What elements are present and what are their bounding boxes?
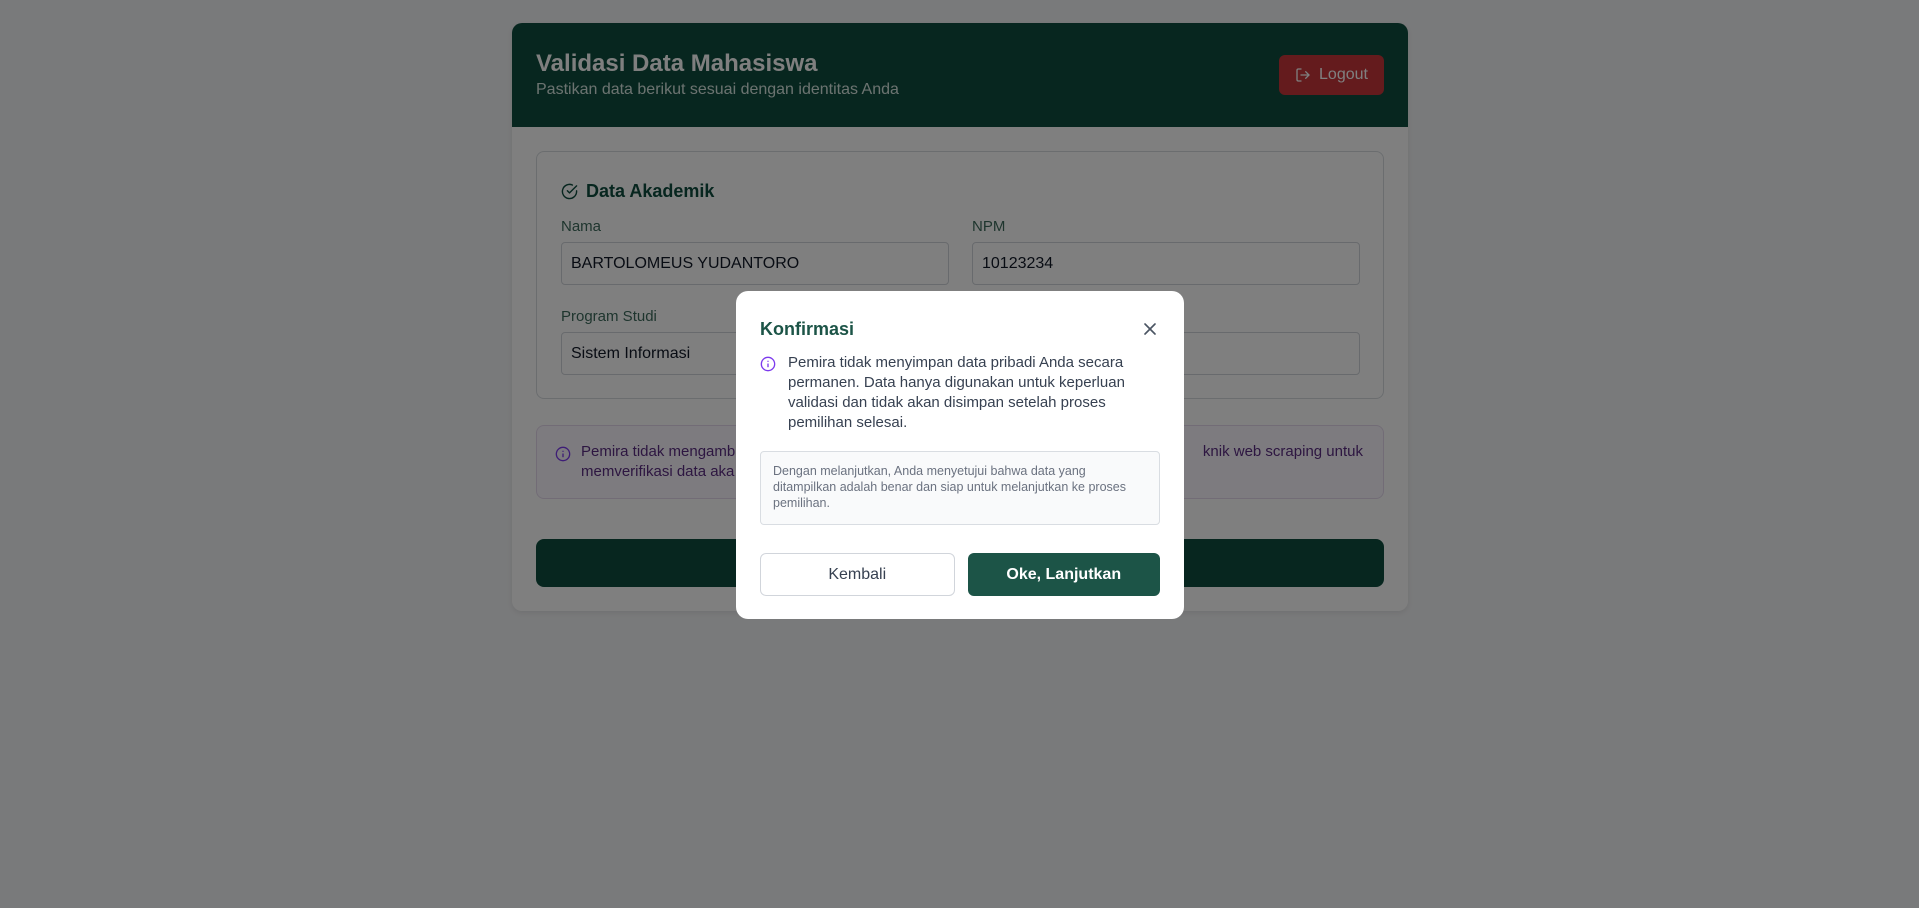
modal-note: Dengan melanjutkan, Anda menyetujui bahw… <box>760 451 1160 525</box>
modal-title: Konfirmasi <box>760 319 855 339</box>
modal-body: Pemira tidak menyimpan data pribadi Anda… <box>760 353 1136 433</box>
info-icon <box>760 356 776 372</box>
modal-body-text: Pemira tidak menyimpan data pribadi Anda… <box>788 354 1125 431</box>
back-button[interactable]: Kembali <box>760 553 955 596</box>
modal-actions: Kembali Oke, Lanjutkan <box>760 553 1160 596</box>
continue-button[interactable]: Oke, Lanjutkan <box>967 553 1160 596</box>
confirmation-modal: Konfirmasi Pemira tidak menyimpan data p… <box>736 291 1184 619</box>
close-icon[interactable] <box>1140 319 1160 339</box>
